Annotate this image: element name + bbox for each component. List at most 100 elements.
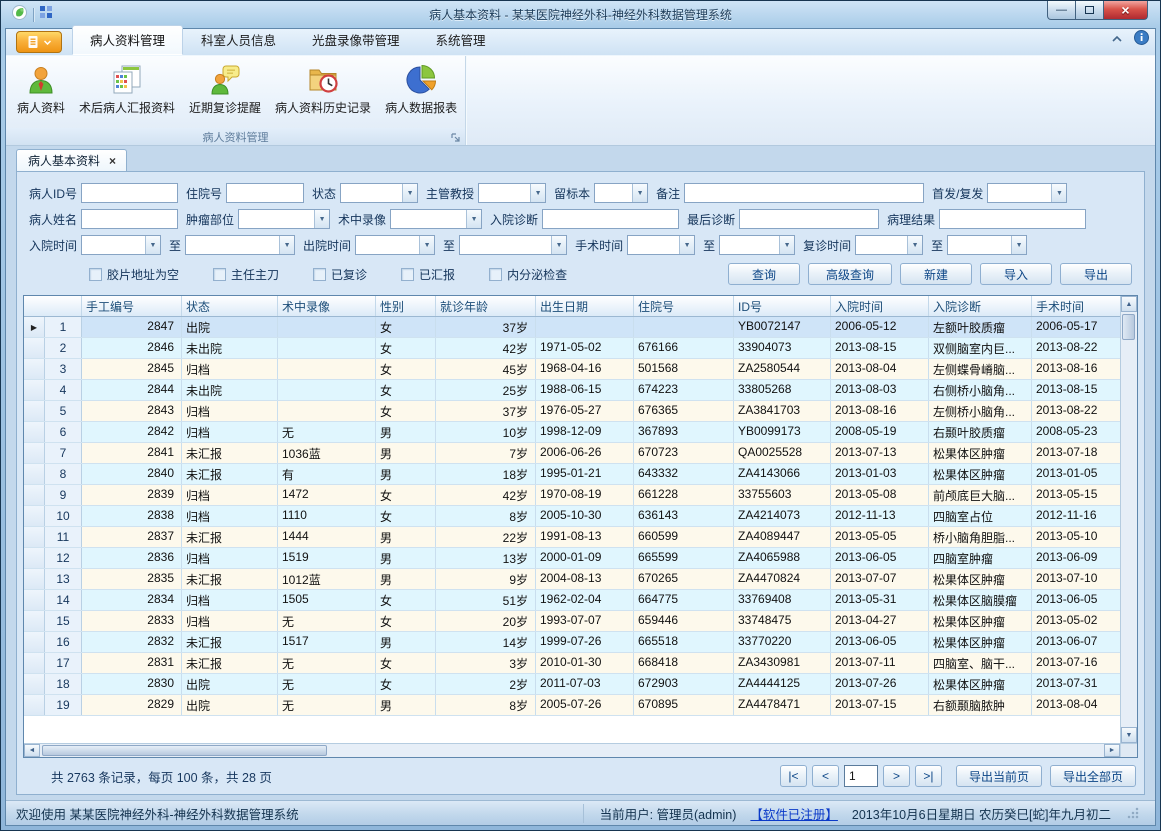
table-cell[interactable]: 2013-08-04 <box>831 359 929 379</box>
table-cell[interactable]: 1444 <box>278 527 376 547</box>
table-cell[interactable]: 无 <box>278 611 376 631</box>
checkbox-box[interactable] <box>89 268 102 281</box>
search-text-input[interactable] <box>81 183 178 203</box>
table-cell[interactable]: 2000-01-09 <box>536 548 634 568</box>
row-number[interactable]: 12 <box>45 548 82 568</box>
table-row[interactable]: 72841未汇报1036蓝男7岁2006-06-26670723QA002552… <box>24 443 1120 464</box>
table-cell[interactable]: 松果体区肿瘤 <box>929 443 1032 463</box>
search-text-input[interactable] <box>81 209 178 229</box>
table-cell[interactable]: 左额叶胶质瘤 <box>929 317 1032 337</box>
table-cell[interactable]: 2013-01-05 <box>1032 464 1120 484</box>
row-indicator[interactable] <box>24 380 45 400</box>
table-cell[interactable]: 有 <box>278 464 376 484</box>
table-cell[interactable]: 33805268 <box>734 380 831 400</box>
table-cell[interactable]: 2843 <box>82 401 182 421</box>
table-cell[interactable]: 2013-08-16 <box>831 401 929 421</box>
search-text-input[interactable] <box>684 183 924 203</box>
row-number[interactable]: 7 <box>45 443 82 463</box>
row-indicator[interactable]: ▶ <box>24 317 45 337</box>
export-all-pages-button[interactable]: 导出全部页 <box>1050 765 1136 787</box>
combo-dropdown-icon[interactable]: ▼ <box>679 236 694 254</box>
table-cell[interactable]: 2013-08-04 <box>1032 695 1120 715</box>
ribbon-tab-media-management[interactable]: 光盘录像带管理 <box>294 25 418 55</box>
table-cell[interactable]: ZA3430981 <box>734 653 831 673</box>
table-row[interactable]: 152833归档无女20岁1993-07-0765944633748475201… <box>24 611 1120 632</box>
row-indicator[interactable] <box>24 653 45 673</box>
table-cell[interactable]: 9岁 <box>436 569 536 589</box>
table-cell[interactable]: QA0025528 <box>734 443 831 463</box>
table-cell[interactable]: 未汇报 <box>182 443 278 463</box>
table-cell[interactable]: 2013-01-03 <box>831 464 929 484</box>
table-cell[interactable]: 松果体区肿瘤 <box>929 611 1032 631</box>
combo-dropdown-icon[interactable]: ▼ <box>530 184 545 202</box>
row-number[interactable]: 10 <box>45 506 82 526</box>
table-row[interactable]: 172831未汇报无女3岁2010-01-30668418ZA343098120… <box>24 653 1120 674</box>
table-cell[interactable]: 665518 <box>634 632 734 652</box>
table-cell[interactable]: 1995-01-21 <box>536 464 634 484</box>
table-cell[interactable]: 2011-07-03 <box>536 674 634 694</box>
table-cell[interactable]: 2012-11-13 <box>831 506 929 526</box>
table-cell[interactable]: 13岁 <box>436 548 536 568</box>
table-cell[interactable]: 2013-07-18 <box>1032 443 1120 463</box>
vertical-scroll-thumb[interactable] <box>1122 314 1135 340</box>
application-menu-button[interactable] <box>16 31 62 53</box>
search-combo[interactable]: ▼ <box>594 183 648 203</box>
table-cell[interactable]: 2013-07-31 <box>1032 674 1120 694</box>
row-number[interactable]: 13 <box>45 569 82 589</box>
table-cell[interactable]: 2834 <box>82 590 182 610</box>
checkbox-5[interactable]: 内分泌检查 <box>489 266 567 283</box>
table-cell[interactable]: 2013-07-10 <box>1032 569 1120 589</box>
export-current-page-button[interactable]: 导出当前页 <box>956 765 1042 787</box>
table-cell[interactable]: YB0099173 <box>734 422 831 442</box>
table-cell[interactable]: 659446 <box>634 611 734 631</box>
table-cell[interactable]: 2013-05-02 <box>1032 611 1120 631</box>
table-cell[interactable]: 归档 <box>182 359 278 379</box>
combo-dropdown-icon[interactable]: ▼ <box>314 210 329 228</box>
table-cell[interactable]: 37岁 <box>436 317 536 337</box>
table-cell[interactable]: 女 <box>376 611 436 631</box>
table-cell[interactable]: 1012蓝 <box>278 569 376 589</box>
table-cell[interactable]: 归档 <box>182 611 278 631</box>
table-cell[interactable]: 双侧脑室内巨... <box>929 338 1032 358</box>
table-cell[interactable]: 1505 <box>278 590 376 610</box>
table-cell[interactable]: ZA4089447 <box>734 527 831 547</box>
table-cell[interactable]: ZA2580544 <box>734 359 831 379</box>
table-cell[interactable]: 男 <box>376 569 436 589</box>
table-cell[interactable]: 归档 <box>182 422 278 442</box>
table-cell[interactable]: 无 <box>278 422 376 442</box>
table-cell[interactable]: 7岁 <box>436 443 536 463</box>
table-cell[interactable]: 未出院 <box>182 338 278 358</box>
table-row[interactable]: 192829出院无男8岁2005-07-26670895ZA4478471201… <box>24 695 1120 716</box>
horizontal-scrollbar[interactable]: ◄ ► <box>24 743 1137 757</box>
column-header-9[interactable]: 入院时间 <box>831 296 929 316</box>
table-cell[interactable]: 643332 <box>634 464 734 484</box>
checkbox-box[interactable] <box>489 268 502 281</box>
table-cell[interactable]: 右侧桥小脑角... <box>929 380 1032 400</box>
table-cell[interactable]: 2005-07-26 <box>536 695 634 715</box>
table-cell[interactable]: 1970-08-19 <box>536 485 634 505</box>
table-cell[interactable]: 女 <box>376 401 436 421</box>
table-cell[interactable]: 2013-08-22 <box>1032 401 1120 421</box>
horizontal-scroll-thumb[interactable] <box>42 745 327 756</box>
search-combo[interactable]: ▼ <box>987 183 1067 203</box>
row-number[interactable]: 16 <box>45 632 82 652</box>
column-header-11[interactable]: 手术时间 <box>1032 296 1120 316</box>
table-cell[interactable]: 2013-05-15 <box>1032 485 1120 505</box>
table-cell[interactable]: 2013-05-31 <box>831 590 929 610</box>
table-cell[interactable]: 男 <box>376 695 436 715</box>
table-cell[interactable]: 女 <box>376 317 436 337</box>
table-cell[interactable]: 661228 <box>634 485 734 505</box>
table-cell[interactable]: 14岁 <box>436 632 536 652</box>
table-cell[interactable]: 22岁 <box>436 527 536 547</box>
table-cell[interactable]: 2013-07-15 <box>831 695 929 715</box>
column-header-5[interactable]: 就诊年龄 <box>436 296 536 316</box>
table-cell[interactable]: 女 <box>376 485 436 505</box>
table-cell[interactable]: 2831 <box>82 653 182 673</box>
row-indicator[interactable] <box>24 338 45 358</box>
table-cell[interactable]: 女 <box>376 653 436 673</box>
table-cell[interactable]: 2013-07-07 <box>831 569 929 589</box>
table-cell[interactable]: 2835 <box>82 569 182 589</box>
search-combo[interactable]: ▼ <box>459 235 567 255</box>
table-cell[interactable]: 2013-05-05 <box>831 527 929 547</box>
row-number[interactable]: 9 <box>45 485 82 505</box>
